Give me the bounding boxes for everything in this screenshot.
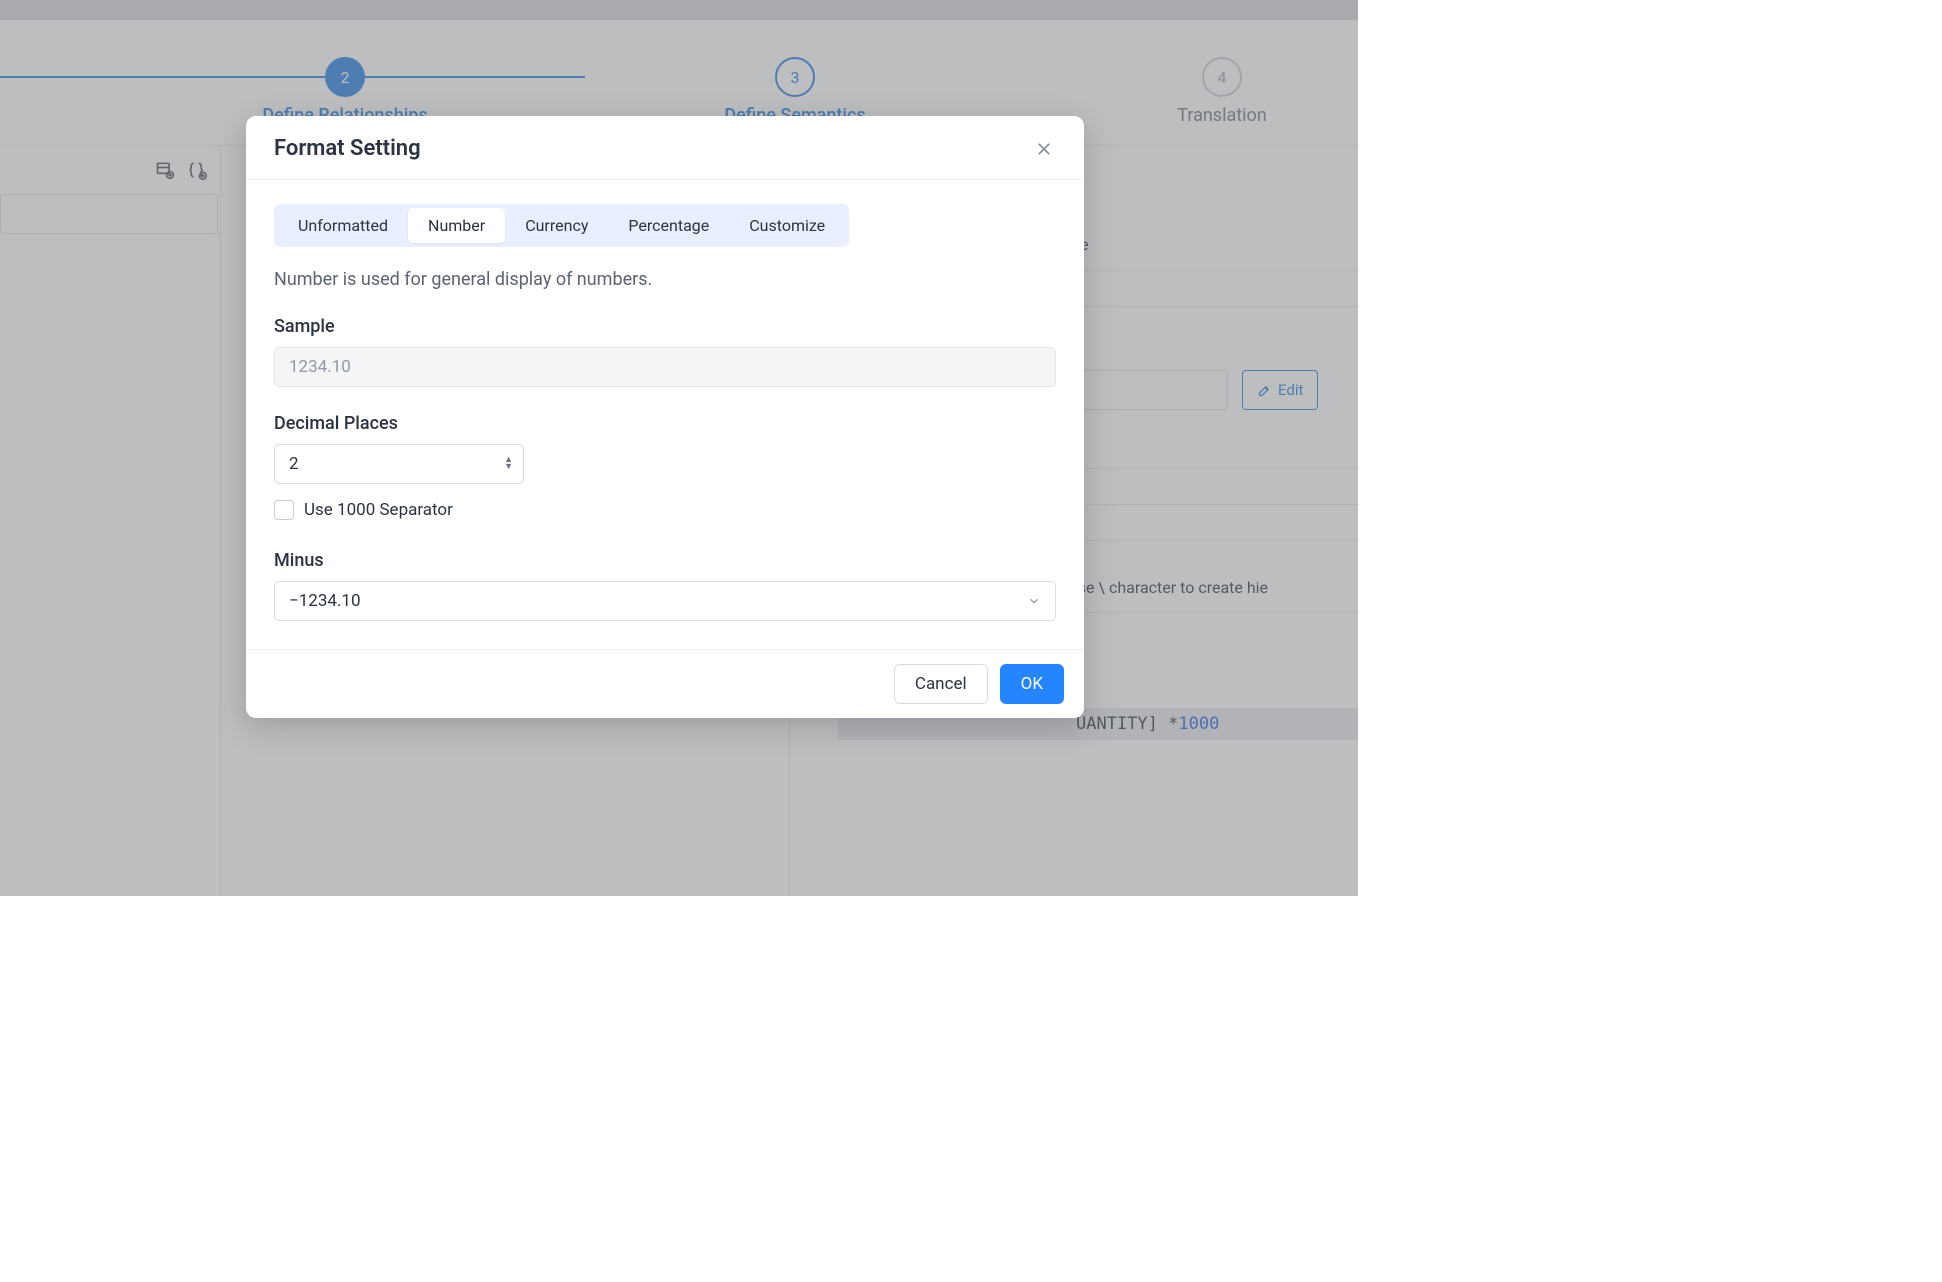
thousand-separator-row[interactable]: Use 1000 Separator [274, 500, 1056, 520]
close-icon [1035, 140, 1053, 158]
decimal-places-stepper[interactable]: 2 ▲ ▼ [274, 444, 524, 484]
dialog-title: Format Setting [274, 136, 421, 161]
decimal-places-value: 2 [289, 454, 299, 474]
minus-format-value: −1234.10 [289, 591, 361, 611]
stepper-arrows[interactable]: ▲ ▼ [504, 457, 513, 471]
tab-customize[interactable]: Customize [729, 208, 845, 243]
minus-format-select[interactable]: −1234.10 [274, 581, 1056, 621]
dialog-footer: Cancel OK [246, 649, 1084, 718]
chevron-down-icon [1027, 594, 1041, 608]
format-type-tabs: Unformatted Number Currency Percentage C… [274, 204, 849, 247]
dialog-header: Format Setting [246, 116, 1084, 180]
thousand-separator-checkbox[interactable] [274, 500, 294, 520]
tab-unformatted[interactable]: Unformatted [278, 208, 408, 243]
decimal-places-label: Decimal Places [274, 413, 1056, 434]
ok-button[interactable]: OK [1000, 664, 1064, 704]
sample-display: 1234.10 [274, 347, 1056, 387]
tab-percentage[interactable]: Percentage [608, 208, 729, 243]
format-setting-dialog: Format Setting Unformatted Number Curren… [246, 116, 1084, 718]
chevron-down-icon[interactable]: ▼ [504, 464, 513, 471]
sample-label: Sample [274, 316, 1056, 337]
cancel-button-label: Cancel [915, 674, 967, 694]
minus-label: Minus [274, 550, 1056, 571]
sample-value: 1234.10 [289, 357, 351, 377]
dialog-body: Unformatted Number Currency Percentage C… [246, 180, 1084, 649]
cancel-button[interactable]: Cancel [894, 664, 988, 704]
close-button[interactable] [1032, 137, 1056, 161]
ok-button-label: OK [1021, 674, 1043, 694]
thousand-separator-label: Use 1000 Separator [304, 500, 453, 520]
tab-currency[interactable]: Currency [505, 208, 608, 243]
tab-number[interactable]: Number [408, 208, 505, 243]
format-description: Number is used for general display of nu… [274, 269, 1056, 290]
